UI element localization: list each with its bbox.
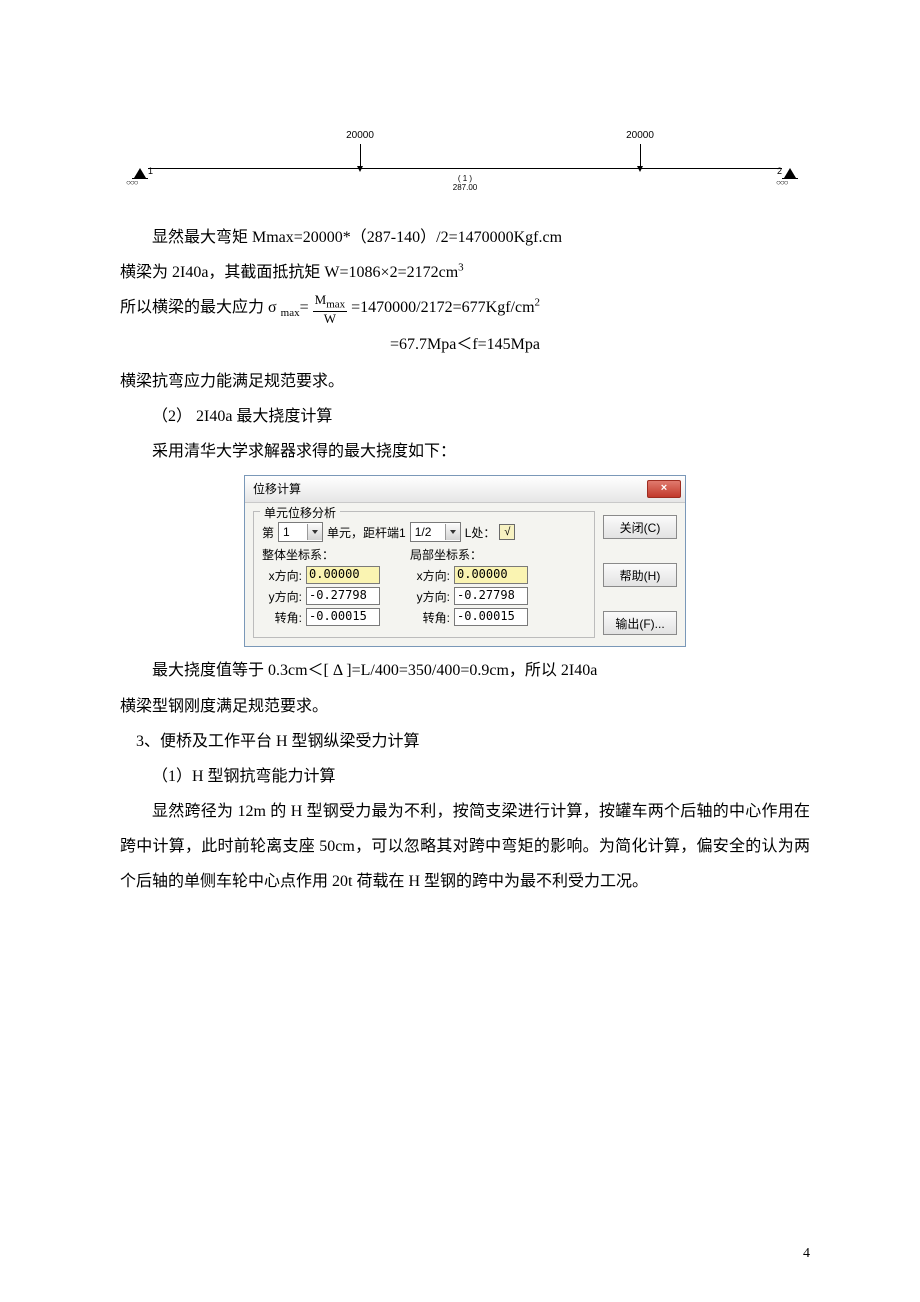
unit-dropdown[interactable]: 1	[278, 522, 323, 542]
label-x: x方向:	[262, 567, 302, 584]
load-value-1: 20000	[335, 130, 385, 141]
local-x-input[interactable]: 0.00000	[454, 566, 528, 584]
frac-num-sub: max	[326, 299, 345, 311]
dropdown-value: 1	[283, 525, 307, 539]
col-title-local: 局部坐标系：	[410, 546, 528, 563]
support-right-id: 2	[777, 166, 782, 176]
load-value-2: 20000	[615, 130, 665, 141]
output-button[interactable]: 输出(F)...	[603, 611, 677, 635]
heading-3-1: （1）H 型钢抗弯能力计算	[120, 759, 810, 794]
beam-line	[148, 168, 782, 169]
label-angle: 转角:	[262, 609, 302, 626]
col-title-global: 整体坐标系：	[262, 546, 380, 563]
document-page: 20000 20000 1 ○○○ 2 ○○○ ( 1 ) 287.00 显然最…	[0, 0, 920, 1302]
chevron-down-icon	[307, 524, 322, 540]
close-button[interactable]: 关闭(C)	[603, 515, 677, 539]
dialog-screenshot: 位移计算 × 单元位移分析 第 1 单元，距杆端1	[120, 475, 810, 647]
page-number: 4	[803, 1246, 810, 1262]
beam-mid-2: 287.00	[453, 183, 477, 192]
sub: max	[281, 308, 300, 320]
beam-mid-note: ( 1 ) 287.00	[453, 174, 477, 192]
frac-den: W	[313, 312, 348, 325]
help-button[interactable]: 帮助(H)	[603, 563, 677, 587]
text: =1470000/2172=677Kgf/cm	[351, 299, 534, 316]
support-right: 2 ○○○	[784, 168, 796, 180]
row-selector: 第 1 单元，距杆端1 1/2 L处： √	[262, 522, 586, 542]
local-y-input[interactable]: -0.27798	[454, 587, 528, 605]
group-title: 单元位移分析	[260, 504, 340, 521]
load-arrow-2: 20000	[640, 130, 665, 141]
label-y: y方向:	[262, 588, 302, 605]
text: 横梁为 2I40a，其截面抵抗矩 W=1086×2=2172cm	[120, 264, 458, 281]
dropdown-value: 1/2	[415, 525, 445, 539]
text: 所以横梁的最大应力 σ	[120, 299, 281, 316]
global-x-input[interactable]: 0.00000	[306, 566, 380, 584]
heading-2: （2） 2I40a 最大挠度计算	[120, 399, 810, 434]
column-global: 整体坐标系： x方向: 0.00000 y方向: -0.27798 转角:	[262, 546, 380, 629]
paragraph-sigma: 所以横梁的最大应力 σ max= Mmax W =1470000/2172=67…	[120, 290, 810, 325]
fraction: Mmax W	[313, 293, 348, 325]
frac-num: M	[315, 292, 327, 307]
global-angle-input[interactable]: -0.00015	[306, 608, 380, 626]
support-left-id: 1	[148, 166, 153, 176]
paragraph-section-modulus: 横梁为 2I40a，其截面抵抗矩 W=1086×2=2172cm3	[120, 255, 810, 290]
load-arrow-1: 20000	[360, 130, 385, 141]
sup: 3	[458, 262, 464, 274]
paragraph-hbeam: 显然跨径为 12m 的 H 型钢受力最为不利，按简支梁进行计算，按罐车两个后轴的…	[120, 794, 810, 900]
label-angle: 转角:	[410, 609, 450, 626]
label: 第	[262, 524, 274, 541]
paragraph-mmax: 显然最大弯矩 Mmax=20000*（287-140）/2=1470000Kgf…	[120, 220, 810, 255]
close-icon: ×	[661, 482, 667, 494]
sup: 2	[535, 297, 541, 309]
btn-label: 关闭(C)	[620, 519, 661, 536]
dialog-title-text: 位移计算	[253, 482, 301, 496]
position-dropdown[interactable]: 1/2	[410, 522, 461, 542]
column-local: 局部坐标系： x方向: 0.00000 y方向: -0.27798 转角:	[410, 546, 528, 629]
dialog-titlebar: 位移计算 ×	[245, 476, 685, 503]
dialog-buttons: 关闭(C) 帮助(H) 输出(F)...	[603, 511, 677, 638]
paragraph-conclusion-1: 横梁抗弯应力能满足规范要求。	[120, 364, 810, 399]
checkbox-lchu[interactable]: √	[499, 524, 515, 540]
label-x: x方向:	[410, 567, 450, 584]
label-y: y方向:	[410, 588, 450, 605]
check-icon: √	[504, 526, 510, 538]
heading-section-3: 3、便桥及工作平台 H 型钢纵梁受力计算	[120, 724, 810, 759]
group-unit-analysis: 单元位移分析 第 1 单元，距杆端1 1/2 L处：	[253, 511, 595, 638]
chevron-down-icon	[445, 524, 460, 540]
label: L处：	[465, 524, 496, 541]
btn-label: 帮助(H)	[620, 567, 661, 584]
paragraph-result: =67.7Mpa＜f=145Mpa	[120, 330, 810, 354]
window-close-button[interactable]: ×	[647, 480, 681, 498]
displacement-dialog: 位移计算 × 单元位移分析 第 1 单元，距杆端1	[244, 475, 686, 647]
paragraph-deflection-1: 最大挠度值等于 0.3cm＜[ Δ ]=L/400=350/400=0.9cm，…	[120, 653, 810, 688]
paragraph-solver-intro: 采用清华大学求解器求得的最大挠度如下：	[120, 434, 810, 469]
support-left: 1 ○○○	[134, 168, 146, 180]
beam-mid-1: ( 1 )	[453, 174, 477, 183]
text: =	[300, 299, 309, 316]
paragraph-deflection-2: 横梁型钢刚度满足规范要求。	[120, 689, 810, 724]
btn-label: 输出(F)...	[615, 615, 664, 632]
label: 单元，距杆端1	[327, 524, 406, 541]
global-y-input[interactable]: -0.27798	[306, 587, 380, 605]
beam-diagram: 20000 20000 1 ○○○ 2 ○○○ ( 1 ) 287.00	[120, 120, 810, 195]
local-angle-input[interactable]: -0.00015	[454, 608, 528, 626]
